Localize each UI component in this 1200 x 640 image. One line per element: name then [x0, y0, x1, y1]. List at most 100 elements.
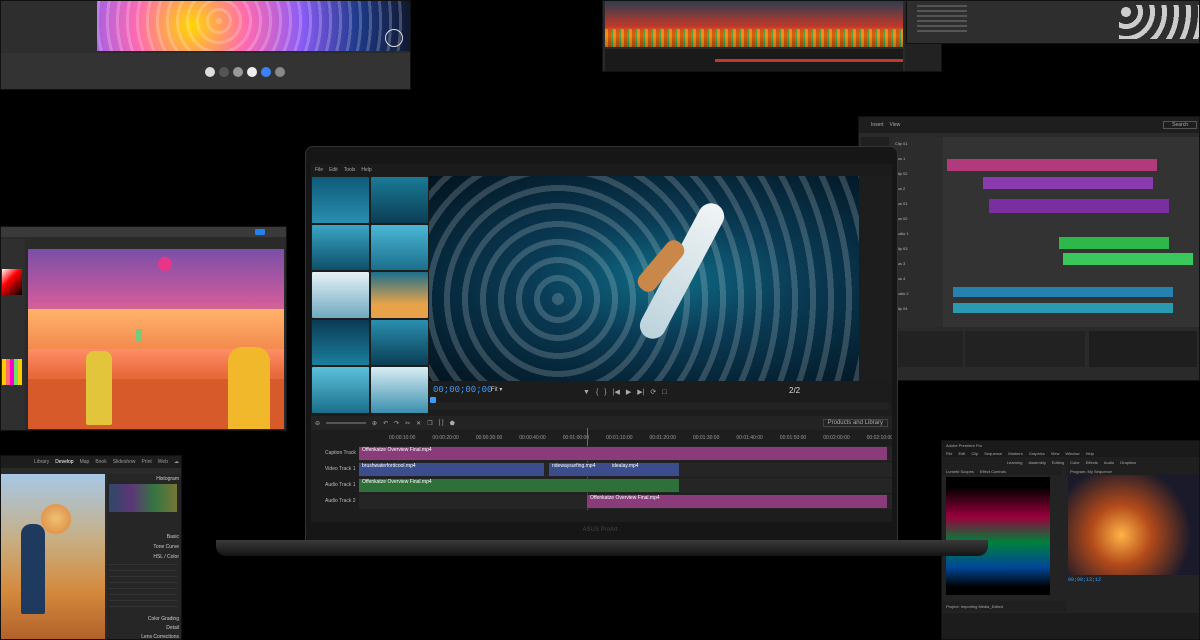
- panel-detail[interactable]: Detail: [166, 625, 179, 631]
- workspace-tab[interactable]: Color: [1070, 460, 1080, 465]
- zoom-out-icon[interactable]: ⊖: [315, 420, 320, 427]
- marker-icon[interactable]: ▼: [583, 389, 590, 396]
- material-presets[interactable]: [1119, 5, 1199, 39]
- daw-track-name[interactable]: Clip 01: [895, 141, 907, 146]
- playhead-handle[interactable]: [430, 397, 436, 403]
- menu-file[interactable]: File: [315, 167, 323, 173]
- pro-menu-item[interactable]: Sequence: [984, 451, 1002, 456]
- daw-clip[interactable]: [1063, 253, 1193, 265]
- tab-slideshow[interactable]: Slideshow: [113, 459, 136, 465]
- workspace-tab[interactable]: Graphics: [1120, 460, 1136, 465]
- pro-menu-item[interactable]: File: [946, 451, 952, 456]
- hsl-sliders[interactable]: [109, 564, 177, 612]
- panel-histogram[interactable]: Histogram: [107, 474, 181, 484]
- drawing-canvas[interactable]: [28, 249, 284, 429]
- media-thumbnail[interactable]: [371, 367, 428, 413]
- play-icon[interactable]: ▶: [626, 388, 631, 396]
- zoom-slider[interactable]: [326, 422, 367, 424]
- caption-clip[interactable]: Offenkatze Overview Final.mp4: [359, 447, 887, 460]
- media-thumbnail[interactable]: [312, 177, 369, 223]
- step-back-icon[interactable]: |◀: [613, 388, 620, 396]
- redo-icon[interactable]: ↷: [394, 420, 399, 427]
- tab-library[interactable]: Library: [34, 459, 49, 465]
- daw-browser[interactable]: [1089, 331, 1197, 367]
- panel-color-grading[interactable]: Color Grading: [148, 616, 179, 622]
- track-row[interactable]: Offenkatze Overview Final.mp4: [359, 446, 892, 461]
- panel-lens-corrections[interactable]: Lens Corrections: [141, 634, 179, 639]
- workspace-tab[interactable]: Learning: [1007, 460, 1023, 465]
- media-thumbnail[interactable]: [312, 319, 369, 366]
- tab-print[interactable]: Print: [142, 459, 152, 465]
- tab-book[interactable]: Book: [95, 459, 106, 465]
- daw-clip[interactable]: [1059, 237, 1169, 249]
- workspace-tab[interactable]: Editing: [1052, 460, 1064, 465]
- share-button[interactable]: [255, 229, 265, 235]
- pro-menu-item[interactable]: Clip: [971, 451, 978, 456]
- tab-web[interactable]: Web: [158, 459, 168, 465]
- daw-clip[interactable]: [989, 199, 1169, 213]
- delete-icon[interactable]: ✕: [416, 420, 421, 427]
- copy-icon[interactable]: ❐: [427, 420, 432, 427]
- material-sphere-icon[interactable]: [275, 67, 285, 77]
- pro-menu-item[interactable]: Window: [1065, 451, 1079, 456]
- video-preview[interactable]: [429, 176, 859, 381]
- tab-map[interactable]: Map: [80, 459, 90, 465]
- color-picker[interactable]: [2, 269, 22, 295]
- media-thumbnail[interactable]: [371, 319, 428, 366]
- audio-clip[interactable]: Offenkatze Overview Final.mp4: [587, 495, 887, 508]
- loop-icon[interactable]: ⟳: [650, 388, 656, 396]
- material-sphere-icon[interactable]: [233, 67, 243, 77]
- menu-edit[interactable]: Edit: [329, 167, 338, 173]
- track-row[interactable]: brushwaterfordcool.mp4 ridewaysurfing.mp4…: [359, 462, 892, 477]
- workspace-tab[interactable]: Assembly: [1029, 460, 1046, 465]
- menu-tools[interactable]: Tools: [344, 167, 356, 173]
- workspace-tab[interactable]: Audio: [1104, 460, 1114, 465]
- menu-help[interactable]: Help: [361, 167, 371, 173]
- daw-clip[interactable]: [947, 159, 1157, 171]
- material-sphere-icon[interactable]: [219, 67, 229, 77]
- daw-mixer-sliders[interactable]: [893, 331, 963, 367]
- split-icon[interactable]: ✂: [405, 420, 410, 427]
- marker-icon[interactable]: ⬟: [450, 420, 455, 427]
- media-thumbnail[interactable]: [371, 177, 428, 223]
- pro-menu-item[interactable]: Edit: [958, 451, 965, 456]
- program-monitor-title[interactable]: Program: My Sequence: [1070, 469, 1112, 474]
- program-monitor[interactable]: [1068, 475, 1199, 575]
- audio-clip[interactable]: Offenkatze Overview Final.mp4: [359, 479, 679, 492]
- tab-lumetri-scopes[interactable]: Lumetri Scopes: [946, 469, 974, 474]
- daw-clip[interactable]: [983, 177, 1153, 189]
- panel-hsl[interactable]: HSL / Color: [153, 554, 179, 560]
- material-sphere-icon[interactable]: [261, 67, 271, 77]
- timeline-ruler[interactable]: 00:00:10:00 00:00:20:00 00:00:30:00 00:00:4…: [359, 432, 892, 444]
- undo-icon[interactable]: ↶: [383, 420, 388, 427]
- panel-basic[interactable]: Basic: [167, 534, 179, 540]
- tab-effect-controls[interactable]: Effect Controls: [980, 469, 1006, 474]
- mark-out-icon[interactable]: }: [604, 389, 606, 396]
- fullscreen-icon[interactable]: □: [662, 389, 666, 396]
- trim-icon[interactable]: [ ]: [439, 420, 444, 426]
- panel-tone-curve[interactable]: Tone Curve: [153, 544, 179, 550]
- material-sphere-icon[interactable]: [247, 67, 257, 77]
- tab-develop[interactable]: Develop: [55, 459, 73, 465]
- pro-menu-item[interactable]: View: [1051, 451, 1060, 456]
- video-clip[interactable]: brushwaterfordcool.mp4: [359, 463, 544, 476]
- video-clip[interactable]: ridewaysurfing.mp4: [549, 463, 609, 476]
- track-row[interactable]: Offenkatze Overview Final.mp4: [359, 478, 892, 493]
- tab-view[interactable]: View: [890, 122, 901, 128]
- media-thumbnail[interactable]: [312, 367, 369, 413]
- material-sphere-icon[interactable]: [205, 67, 215, 77]
- daw-arrange-view[interactable]: [943, 137, 1199, 327]
- scrub-bar[interactable]: [429, 402, 889, 410]
- photo-canvas[interactable]: [1, 474, 105, 639]
- media-thumbnail[interactable]: [312, 272, 369, 318]
- pro-menu-item[interactable]: Graphics: [1029, 451, 1045, 456]
- workspace-tab[interactable]: Effects: [1086, 460, 1098, 465]
- track-row[interactable]: Offenkatze Overview Final.mp4: [359, 494, 892, 509]
- daw-search-input[interactable]: Search: [1163, 121, 1197, 129]
- tab-insert[interactable]: Insert: [871, 122, 884, 128]
- fit-dropdown[interactable]: Fit ▾: [491, 386, 502, 393]
- pro-menu-item[interactable]: Help: [1086, 451, 1094, 456]
- daw-clip[interactable]: [953, 303, 1173, 313]
- compositor-timeline[interactable]: [605, 49, 903, 71]
- products-library-button[interactable]: Products and Library: [822, 419, 888, 427]
